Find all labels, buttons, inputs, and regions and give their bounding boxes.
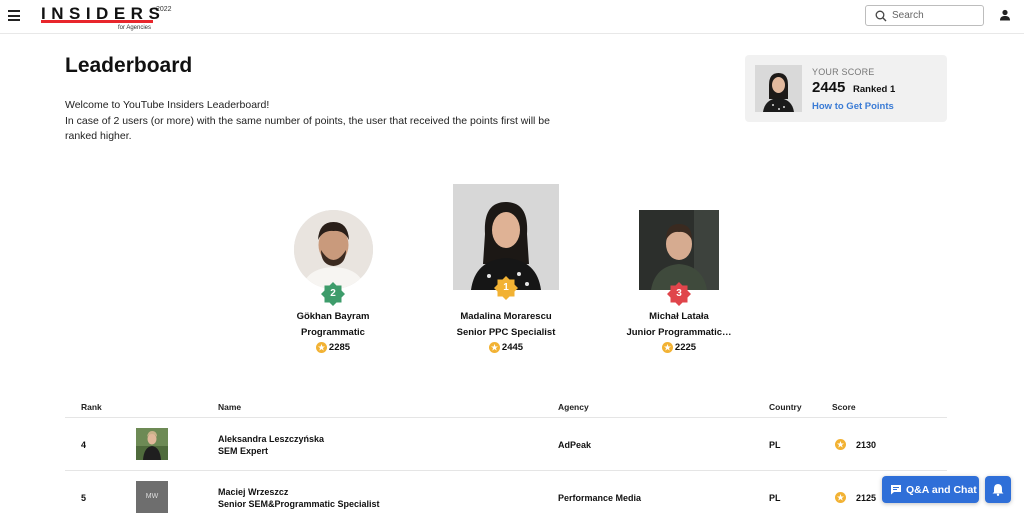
search-icon (875, 10, 887, 22)
column-country[interactable]: Country (769, 402, 802, 412)
your-rank: Ranked 1 (853, 84, 896, 95)
podium-second[interactable]: 2 Gökhan Bayram Programmatic 2285 (283, 210, 383, 360)
podium-second-score-value: 2285 (328, 342, 351, 353)
row-name[interactable]: Maciej Wrzeszcz (218, 487, 288, 497)
podium-third-role: Junior Programmatic… (626, 327, 732, 338)
your-score-card: YOUR SCORE 2445 Ranked 1 How to Get Poin… (745, 55, 947, 122)
row-agency: Performance Media (558, 493, 642, 503)
podium-first-score: 2445 (446, 342, 566, 353)
podium-first-role: Senior PPC Specialist (456, 327, 556, 338)
logo-subtitle: for Agencies (118, 25, 152, 31)
logo-year: 2022 (156, 6, 172, 13)
row-rank: 5 (81, 493, 87, 503)
row-country: PL (769, 493, 781, 503)
podium-first-score-value: 2445 (501, 342, 524, 353)
coin-icon (835, 439, 846, 450)
top-bar: INSIDERS 2022 for Agencies (0, 0, 1024, 34)
coin-icon (488, 342, 500, 353)
search-input[interactable] (892, 8, 980, 23)
logo[interactable]: INSIDERS 2022 for Agencies (41, 4, 172, 31)
table-row[interactable]: 4 Aleksandra Leszczyńska SEM Expert AdPe… (65, 418, 947, 471)
row-score: 2125 (856, 493, 877, 503)
podium-second-avatar (294, 210, 373, 289)
medal-third-icon: 3 (667, 282, 691, 306)
qa-chat-button[interactable]: Q&A and Chat (882, 476, 979, 503)
podium-second-role: Programmatic (301, 327, 365, 338)
leaderboard-table: Rank Name Agency Country Score 4 Aleksan… (65, 396, 947, 514)
row-country: PL (769, 440, 781, 450)
row-rank: 4 (81, 440, 87, 450)
row-avatar: MW (136, 481, 168, 513)
row-role: SEM Expert (218, 446, 269, 456)
chat-icon (891, 485, 901, 495)
podium-third-score: 2225 (620, 342, 738, 353)
column-agency[interactable]: Agency (558, 402, 589, 412)
column-score[interactable]: Score (832, 402, 856, 412)
table-row[interactable]: 5 MW Maciej Wrzeszcz Senior SEM&Programm… (65, 471, 947, 514)
notifications-button[interactable] (985, 476, 1011, 503)
qa-chat-label: Q&A and Chat (906, 484, 977, 496)
intro-line-rules: In case of 2 users (or more) with the sa… (65, 114, 550, 143)
row-agency: AdPeak (558, 440, 592, 450)
column-name[interactable]: Name (218, 402, 241, 412)
menu-icon[interactable] (8, 10, 20, 21)
coin-icon (835, 492, 846, 503)
your-score-value: 2445 (812, 79, 846, 96)
podium-third-score-value: 2225 (674, 342, 697, 353)
podium-second-name: Gökhan Bayram (296, 311, 370, 322)
medal-first-number: 1 (503, 282, 509, 293)
user-icon[interactable] (999, 9, 1011, 21)
coin-icon (661, 342, 673, 353)
podium-third-avatar (639, 210, 719, 290)
podium-first-avatar (453, 184, 559, 290)
row-avatar-initials: MW (136, 481, 168, 513)
coin-icon (315, 342, 327, 353)
intro-text: Welcome to YouTube Insiders Leaderboard!… (65, 98, 555, 145)
medal-third-number: 3 (676, 288, 682, 299)
podium-third-name: Michał Latała (649, 311, 709, 322)
row-avatar (136, 428, 168, 460)
your-score-label: YOUR SCORE (812, 67, 875, 77)
logo-underline (41, 20, 153, 23)
medal-first-icon: 1 (494, 276, 518, 300)
search-box[interactable] (865, 5, 984, 26)
medal-second-number: 2 (330, 288, 336, 299)
your-avatar (755, 65, 802, 112)
column-rank[interactable]: Rank (81, 402, 102, 412)
podium-first-name: Madalina Morarescu (460, 311, 552, 322)
how-to-get-points-link[interactable]: How to Get Points (812, 101, 894, 112)
bell-icon (992, 484, 1004, 496)
podium-second-score: 2285 (283, 342, 383, 353)
podium-third[interactable]: 3 Michał Latała Junior Programmatic… 222… (620, 210, 738, 360)
podium-first[interactable]: 1 Madalina Morarescu Senior PPC Speciali… (446, 184, 566, 360)
table-header: Rank Name Agency Country Score (65, 396, 947, 418)
row-score: 2130 (856, 440, 877, 450)
medal-second-icon: 2 (321, 282, 345, 306)
page-title: Leaderboard (65, 54, 193, 77)
row-role: Senior SEM&Programmatic Specialist (218, 499, 380, 509)
intro-line-welcome: Welcome to YouTube Insiders Leaderboard! (65, 99, 270, 111)
row-name[interactable]: Aleksandra Leszczyńska (218, 434, 324, 444)
